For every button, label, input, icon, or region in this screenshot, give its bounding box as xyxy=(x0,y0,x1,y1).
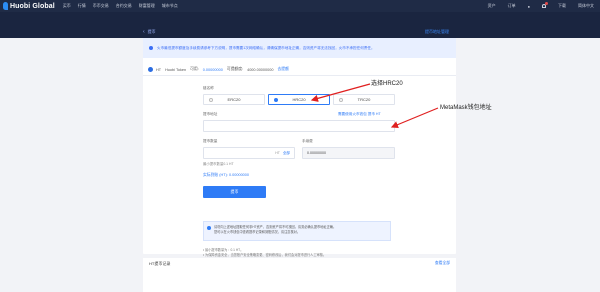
info-icon xyxy=(207,226,211,230)
chain-option-label: HRC20 xyxy=(292,97,306,102)
chain-option-label: ERC20 xyxy=(227,97,241,102)
radio-icon xyxy=(339,98,343,102)
limit-value: 4000.00000000 xyxy=(247,67,274,72)
nav-menu: 买币 行情 币币交易 合约交易 财富管理 城市节点 xyxy=(63,3,185,9)
nav-item-buy[interactable]: 买币 xyxy=(63,3,71,9)
annotation-metamask-address: MetaMask钱包地址 xyxy=(440,105,492,111)
limit-label: 可提额度: xyxy=(226,67,244,71)
logo[interactable]: Huobi Global xyxy=(3,2,55,10)
language-selector[interactable]: 简体中文 xyxy=(578,3,594,9)
nav-item-markets[interactable]: 行情 xyxy=(78,3,86,9)
chain-option-hrc20[interactable]: HRC20 xyxy=(268,94,330,105)
address-hint-link[interactable]: 需要使用火币钱包 提币 HT xyxy=(338,112,381,117)
user-icon[interactable]: ● xyxy=(528,4,530,9)
header-band xyxy=(0,12,600,38)
nav-item-finance[interactable]: 财富管理 xyxy=(139,3,155,9)
nav-item-nodes[interactable]: 城市节点 xyxy=(162,3,178,9)
receive-amount: 实际到账 (HT): 0.00000000 xyxy=(203,173,249,178)
fee-value: 0.00000000 xyxy=(307,151,326,155)
receive-value: 0.00000000 xyxy=(228,173,250,177)
logo-text: Huobi Global xyxy=(10,2,55,10)
annotation-select-hrc20: 选择HRC20 xyxy=(371,81,403,87)
ht-coin-icon xyxy=(148,67,153,72)
chain-label: 链名称 xyxy=(203,86,214,90)
huobi-logo-icon xyxy=(3,2,8,10)
coin-symbol: HT xyxy=(156,67,162,72)
submit-withdraw-button[interactable]: 提币 xyxy=(203,186,266,198)
coin-selector[interactable]: HT Huobi Token 可用: 0.00000000 可提额度: 4000… xyxy=(143,64,456,76)
upgrade-limit-link[interactable]: 去提额 xyxy=(277,67,288,72)
nav-item-contract[interactable]: 合约交易 xyxy=(116,3,132,9)
amount-input[interactable]: HT 全部 xyxy=(203,147,295,159)
receive-label: 实际到账 (HT): xyxy=(203,173,228,177)
chain-option-label: TRC20 xyxy=(357,97,371,102)
radio-selected-icon xyxy=(274,98,278,102)
available-label: 可用: xyxy=(190,67,199,71)
view-all-link[interactable]: 查看全部 xyxy=(435,261,450,266)
chain-option-erc20[interactable]: ERC20 xyxy=(203,94,265,105)
info-icon xyxy=(149,46,153,50)
min-amount-hint: 最小提币数量0.1 HT xyxy=(203,162,234,166)
fee-label: 手续费 xyxy=(302,139,313,143)
nav-item-assets[interactable]: 资产 xyxy=(488,3,496,9)
amount-label: 提币数量 xyxy=(203,139,218,143)
available-value: 0.00000000 xyxy=(202,67,223,72)
withdraw-history-card: HT提币记录 查看全部 xyxy=(143,258,456,292)
address-management-link[interactable]: 提币地址管理 xyxy=(425,29,449,35)
breadcrumb[interactable]: ‹ 提币 xyxy=(143,29,156,35)
nav-item-spot[interactable]: 币币交易 xyxy=(93,3,109,9)
breadcrumb-label: 提币 xyxy=(147,29,156,34)
address-input[interactable] xyxy=(203,120,395,132)
fee-field: 0.00000000 xyxy=(302,147,395,159)
coin-name: Huobi Token xyxy=(165,67,187,72)
nav-item-orders[interactable]: 订单 xyxy=(508,3,516,9)
notice-text: 火币最低提币额度及手续费请参考下方说明，提币需要1次网络确认，请确保提币地址正确… xyxy=(157,45,375,50)
radio-icon xyxy=(209,98,213,102)
tip-line: 您可以在火币钱包中查看提币记录和到账情况，请注意核对。 xyxy=(214,229,301,234)
notification-badge xyxy=(545,2,548,5)
back-arrow-icon[interactable]: ‹ xyxy=(143,29,145,35)
chain-option-trc20[interactable]: TRC20 xyxy=(333,94,395,105)
address-label: 提币地址 xyxy=(203,112,218,116)
top-nav: Huobi Global 买币 行情 币币交易 合约交易 财富管理 城市节点 资… xyxy=(0,0,600,12)
nav-item-download[interactable]: 下载 xyxy=(558,3,566,9)
bell-icon[interactable] xyxy=(542,2,548,8)
notice-bar: 火币最低提币额度及手续费请参考下方说明，提币需要1次网络确认，请确保提币地址正确… xyxy=(143,38,456,58)
nav-right: 资产 订单 ● 下载 简体中文 xyxy=(476,0,594,12)
withdraw-all-button[interactable]: 全部 xyxy=(283,151,290,156)
amount-unit: HT xyxy=(275,151,280,155)
history-title: HT提币记录 xyxy=(149,261,171,266)
tips-box: 请勿向上述地址提取任何非HT资产，否则资产将不可找回。请务必确认提币地址正确。 … xyxy=(203,221,391,241)
